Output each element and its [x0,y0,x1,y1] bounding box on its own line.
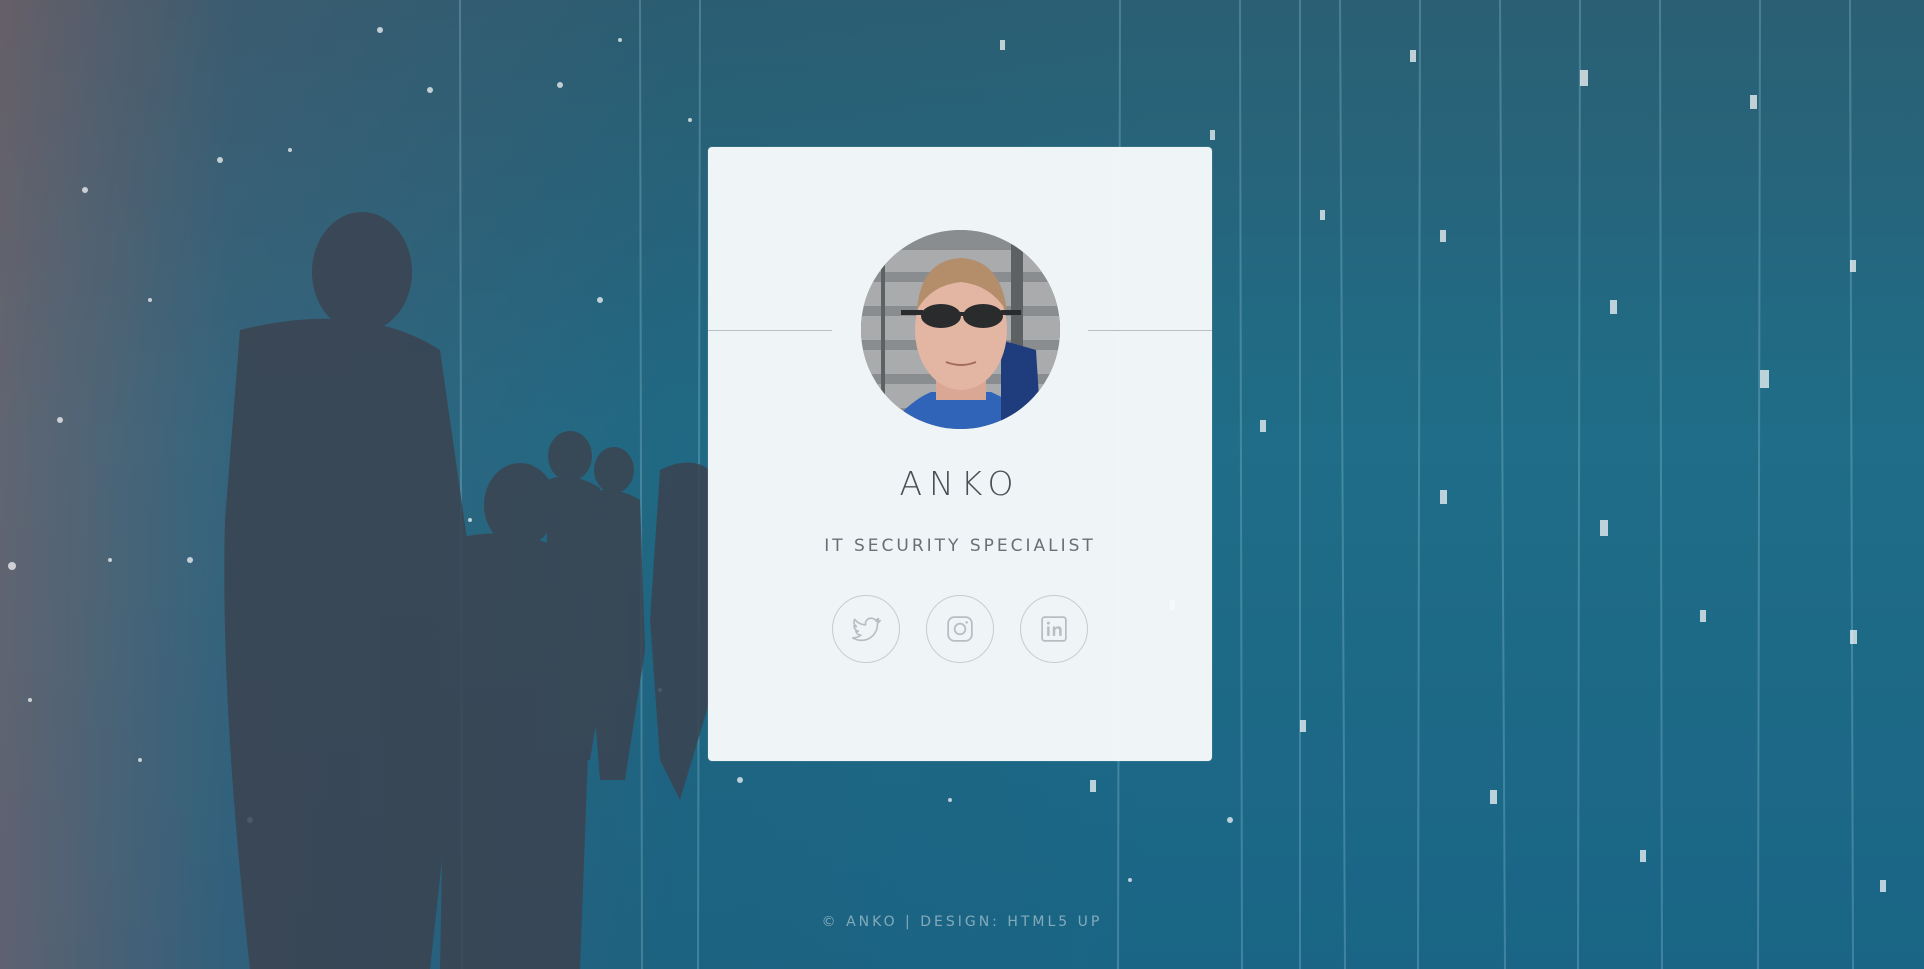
footer-credits: © ANKO | DESIGN: HTML5 UP [821,914,1103,930]
twitter-icon [851,617,881,642]
instagram-icon [947,616,973,642]
profile-name: ANKO [899,464,1021,503]
profile-title: IT SECURITY SPECIALIST [824,536,1096,556]
social-links [708,595,1212,663]
divider-left [708,330,832,331]
avatar [861,230,1060,429]
divider-right [1088,330,1212,331]
profile-card: ANKO IT SECURITY SPECIALIST [708,147,1212,761]
avatar-image [861,230,1060,429]
twitter-link[interactable] [832,595,900,663]
linkedin-icon [1041,616,1067,642]
instagram-link[interactable] [926,595,994,663]
linkedin-link[interactable] [1020,595,1088,663]
